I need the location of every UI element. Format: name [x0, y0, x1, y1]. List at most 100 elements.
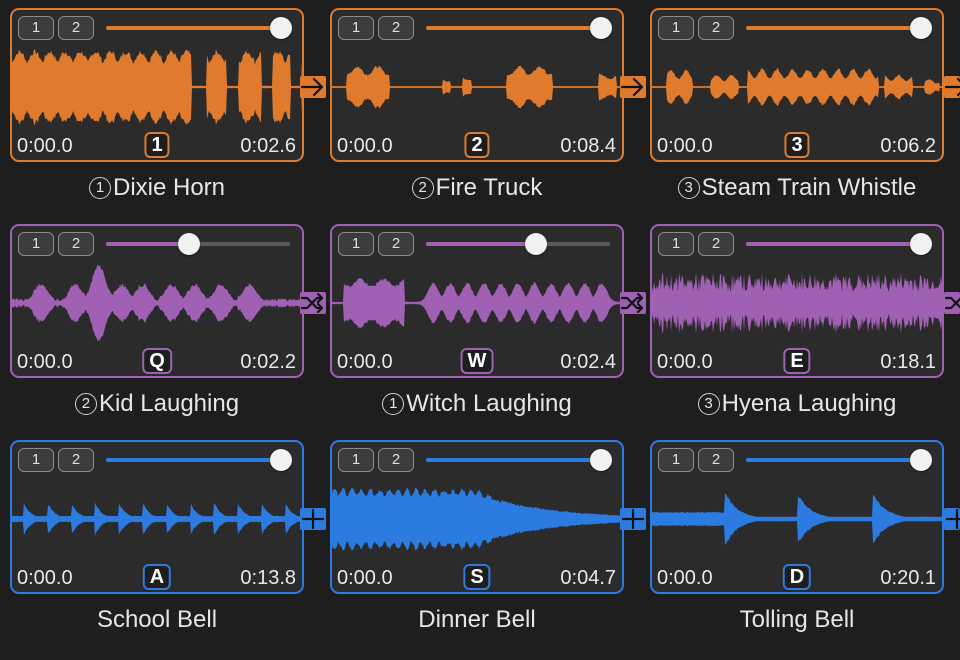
shuffle-connector[interactable]: [620, 292, 646, 314]
volume-slider[interactable]: [746, 449, 932, 471]
arrow-right-connector[interactable]: [300, 76, 326, 98]
waveform[interactable]: [332, 260, 622, 346]
layer-2-button[interactable]: 2: [698, 232, 734, 256]
order-icon: 2: [74, 393, 97, 415]
sound-name: Dinner Bell: [418, 606, 536, 633]
sound-name: Kid Laughing: [98, 390, 240, 417]
order-icon: 3: [697, 393, 720, 415]
layer-1-button[interactable]: 1: [338, 16, 374, 40]
layer-2-button[interactable]: 2: [698, 448, 734, 472]
plus-icon: [301, 508, 325, 530]
layer-1-button[interactable]: 1: [658, 232, 694, 256]
volume-slider[interactable]: [106, 449, 292, 471]
plus-icon: [945, 508, 960, 530]
end-time: 0:06.2: [880, 135, 936, 157]
sound-title: 2 Kid Laughing: [0, 390, 317, 418]
sound-name: Tolling Bell: [739, 606, 855, 633]
volume-knob[interactable]: [590, 17, 612, 39]
hotkey-badge: S: [463, 564, 491, 590]
volume-fill: [746, 458, 930, 462]
sound-name: Steam Train Whistle: [701, 174, 917, 201]
sound-tile[interactable]: 1 2 0:00.0 0:20.1 D: [650, 440, 944, 594]
volume-knob[interactable]: [270, 17, 292, 39]
arrow-right-connector[interactable]: [944, 76, 960, 98]
volume-slider[interactable]: [426, 233, 610, 255]
plus-connector[interactable]: [944, 508, 960, 530]
waveform[interactable]: [12, 260, 302, 346]
volume-slider[interactable]: [746, 17, 932, 39]
sound-title: 2 Fire Truck: [317, 174, 637, 202]
sound-tile[interactable]: 1 2 0:00.0 0:02.2 Q: [10, 224, 304, 378]
layer-2-button[interactable]: 2: [58, 232, 94, 256]
end-time: 0:02.4: [560, 351, 616, 373]
shuffle-connector[interactable]: [300, 292, 326, 314]
layer-1-button[interactable]: 1: [18, 16, 54, 40]
layer-2-button[interactable]: 2: [698, 16, 734, 40]
volume-knob[interactable]: [910, 17, 932, 39]
waveform[interactable]: [652, 260, 942, 346]
volume-slider[interactable]: [106, 17, 292, 39]
layer-2-button[interactable]: 2: [378, 16, 414, 40]
hotkey-badge: D: [782, 564, 812, 590]
layer-2-button[interactable]: 2: [58, 448, 94, 472]
sound-name: Witch Laughing: [406, 390, 572, 417]
waveform[interactable]: [332, 476, 622, 562]
volume-knob[interactable]: [590, 449, 612, 471]
arrow-right-connector[interactable]: [620, 76, 646, 98]
volume-fill: [106, 242, 189, 246]
shuffle-icon: [620, 292, 644, 314]
order-icon: 2: [411, 177, 434, 199]
volume-knob[interactable]: [177, 233, 200, 255]
waveform[interactable]: [12, 476, 302, 562]
volume-slider[interactable]: [106, 233, 290, 255]
start-time: 0:00.0: [17, 135, 73, 157]
order-icon: 1: [88, 177, 111, 199]
layer-2-button[interactable]: 2: [378, 448, 414, 472]
layer-1-button[interactable]: 1: [338, 232, 374, 256]
layer-1-button[interactable]: 1: [658, 448, 694, 472]
waveform[interactable]: [652, 44, 942, 130]
sound-tile[interactable]: 1 2 0:00.0 0:13.8 A: [10, 440, 304, 594]
plus-connector[interactable]: [620, 508, 646, 530]
volume-slider[interactable]: [746, 233, 932, 255]
volume-knob[interactable]: [910, 233, 932, 255]
layer-1-button[interactable]: 1: [18, 232, 54, 256]
plus-connector[interactable]: [300, 508, 326, 530]
shuffle-connector[interactable]: [944, 292, 960, 314]
waveform[interactable]: [12, 44, 302, 130]
sound-title: 3 Steam Train Whistle: [637, 174, 957, 202]
volume-knob[interactable]: [525, 233, 548, 255]
sound-tile[interactable]: 1 2 0:00.0 0:18.1 E: [650, 224, 944, 378]
sound-tile[interactable]: 1 2 0:00.0 0:06.2 3: [650, 8, 944, 162]
hotkey-badge: W: [460, 348, 494, 374]
sound-title: Dinner Bell: [317, 606, 637, 634]
layer-2-button[interactable]: 2: [378, 232, 414, 256]
arrow-right-icon: [944, 77, 960, 97]
waveform[interactable]: [332, 44, 622, 130]
shuffle-icon: [300, 292, 324, 314]
layer-1-button[interactable]: 1: [338, 448, 374, 472]
waveform[interactable]: [652, 476, 942, 562]
hotkey-badge: E: [783, 348, 811, 374]
volume-knob[interactable]: [270, 449, 292, 471]
volume-fill: [746, 242, 930, 246]
sound-tile[interactable]: 1 2 0:00.0 0:02.4 W: [330, 224, 624, 378]
layer-1-button[interactable]: 1: [658, 16, 694, 40]
arrow-right-icon: [620, 77, 644, 97]
start-time: 0:00.0: [337, 567, 393, 589]
sound-tile[interactable]: 1 2 0:00.0 0:02.6 1: [10, 8, 304, 162]
hotkey-badge: 2: [464, 132, 490, 158]
start-time: 0:00.0: [337, 351, 393, 373]
sound-name: Dixie Horn: [112, 174, 226, 201]
start-time: 0:00.0: [657, 567, 713, 589]
sound-tile[interactable]: 1 2 0:00.0 0:04.7 S: [330, 440, 624, 594]
volume-knob[interactable]: [910, 449, 932, 471]
volume-fill: [426, 242, 537, 246]
volume-slider[interactable]: [426, 449, 612, 471]
end-time: 0:08.4: [560, 135, 616, 157]
hotkey-badge: 3: [784, 132, 810, 158]
layer-2-button[interactable]: 2: [58, 16, 94, 40]
sound-tile[interactable]: 1 2 0:00.0 0:08.4 2: [330, 8, 624, 162]
volume-slider[interactable]: [426, 17, 612, 39]
layer-1-button[interactable]: 1: [18, 448, 54, 472]
